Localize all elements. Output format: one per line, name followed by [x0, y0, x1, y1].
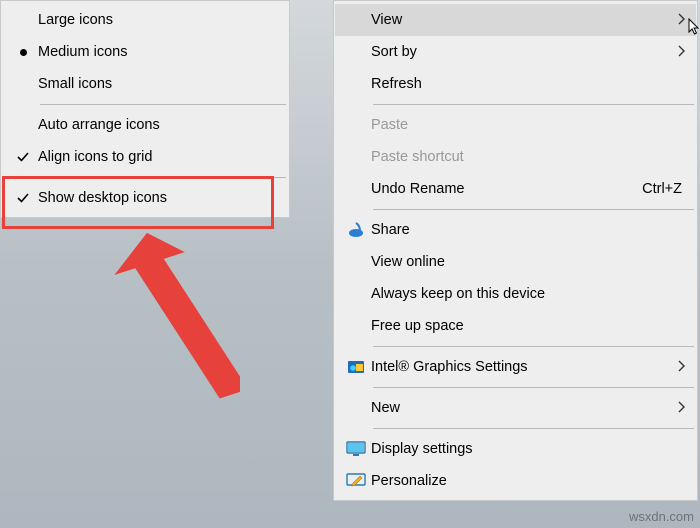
menu-label: Paste	[371, 117, 686, 133]
menu-separator	[373, 209, 694, 210]
menu-separator	[373, 346, 694, 347]
menu-label: Share	[371, 222, 686, 238]
check-icon	[8, 150, 38, 164]
menu-separator	[40, 104, 286, 105]
share-icon	[341, 221, 371, 239]
menu-item-share[interactable]: Share	[335, 214, 696, 246]
submenu-arrow-icon	[668, 359, 686, 375]
submenu-arrow-icon	[668, 400, 686, 416]
watermark-text: wsxdn.com	[629, 509, 694, 524]
menu-item-free-up-space[interactable]: Free up space	[335, 310, 696, 342]
intel-icon	[341, 358, 371, 376]
menu-label: Auto arrange icons	[38, 117, 278, 133]
menu-label: New	[371, 400, 668, 416]
menu-label: Show desktop icons	[38, 190, 278, 206]
menu-label: Medium icons	[38, 44, 278, 60]
context-submenu-view: Large icons Medium icons Small icons Aut…	[0, 0, 290, 218]
submenu-arrow-icon	[668, 12, 686, 28]
menu-item-large-icons[interactable]: Large icons	[2, 4, 288, 36]
menu-separator	[40, 177, 286, 178]
monitor-icon	[341, 441, 371, 457]
menu-label: Intel® Graphics Settings	[371, 359, 668, 375]
menu-label: View	[371, 12, 668, 28]
menu-item-medium-icons[interactable]: Medium icons	[2, 36, 288, 68]
bullet-icon	[8, 49, 38, 56]
menu-label: Free up space	[371, 318, 686, 334]
menu-shortcut: Ctrl+Z	[642, 181, 682, 197]
menu-item-undo-rename[interactable]: Undo Rename Ctrl+Z	[335, 173, 696, 205]
menu-item-new[interactable]: New	[335, 392, 696, 424]
check-icon	[8, 191, 38, 205]
menu-item-show-desktop-icons[interactable]: Show desktop icons	[2, 182, 288, 214]
menu-label: Personalize	[371, 473, 686, 489]
menu-item-view-online[interactable]: View online	[335, 246, 696, 278]
menu-item-personalize[interactable]: Personalize	[335, 465, 696, 497]
menu-label: Align icons to grid	[38, 149, 278, 165]
menu-label: View online	[371, 254, 686, 270]
menu-label: Sort by	[371, 44, 668, 60]
context-menu-main: View Sort by Refresh Paste Paste shortcu…	[333, 0, 698, 501]
submenu-arrow-icon	[668, 44, 686, 60]
menu-item-align-to-grid[interactable]: Align icons to grid	[2, 141, 288, 173]
menu-item-display-settings[interactable]: Display settings	[335, 433, 696, 465]
menu-item-view[interactable]: View	[335, 4, 696, 36]
menu-label: Large icons	[38, 12, 278, 28]
menu-label: Display settings	[371, 441, 686, 457]
menu-item-intel-graphics[interactable]: Intel® Graphics Settings	[335, 351, 696, 383]
menu-item-always-keep[interactable]: Always keep on this device	[335, 278, 696, 310]
menu-label: Refresh	[371, 76, 686, 92]
menu-label: Always keep on this device	[371, 286, 686, 302]
personalize-icon	[341, 473, 371, 489]
annotation-arrow-icon	[60, 210, 240, 430]
menu-separator	[373, 387, 694, 388]
menu-item-paste-shortcut[interactable]: Paste shortcut	[335, 141, 696, 173]
menu-label: Paste shortcut	[371, 149, 686, 165]
menu-item-refresh[interactable]: Refresh	[335, 68, 696, 100]
menu-label: Undo Rename	[371, 181, 642, 197]
menu-item-sort-by[interactable]: Sort by	[335, 36, 696, 68]
mouse-cursor-icon	[688, 18, 700, 36]
menu-separator	[373, 104, 694, 105]
menu-item-auto-arrange[interactable]: Auto arrange icons	[2, 109, 288, 141]
menu-item-paste[interactable]: Paste	[335, 109, 696, 141]
menu-item-small-icons[interactable]: Small icons	[2, 68, 288, 100]
menu-label: Small icons	[38, 76, 278, 92]
menu-separator	[373, 428, 694, 429]
